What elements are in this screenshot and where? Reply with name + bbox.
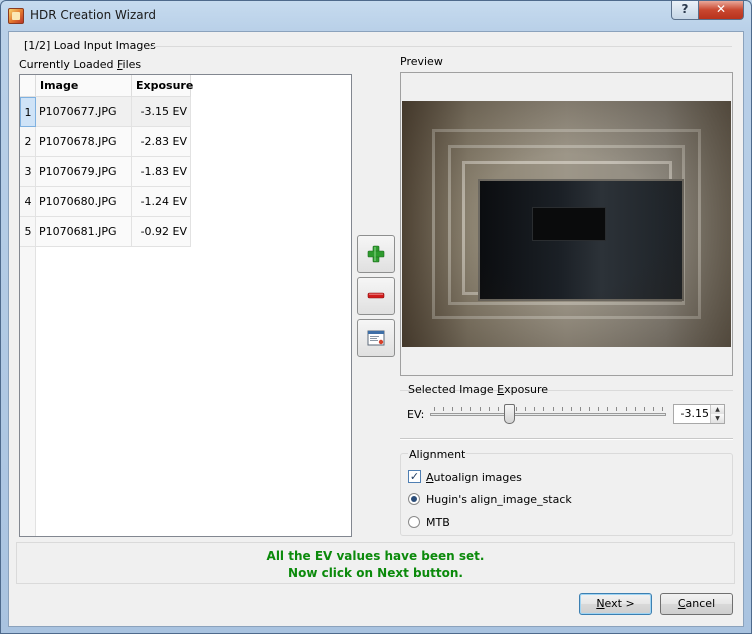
wizard-client-area: [1/2] Load Input Images Currently Loaded…	[8, 31, 744, 627]
autoalign-checkbox[interactable]: ✓	[408, 470, 421, 483]
slider-tick	[452, 407, 453, 411]
exposure-cell[interactable]: -1.24 EV	[132, 187, 191, 217]
close-button[interactable]: ✕	[698, 1, 744, 20]
section-divider	[400, 438, 733, 440]
slider-tick	[553, 407, 554, 411]
slider-tick	[534, 407, 535, 411]
files-label: Currently Loaded Files	[19, 58, 142, 71]
ev-spinbox[interactable]: -3.15 ▲ ▼	[673, 404, 725, 424]
ev-slider-track[interactable]	[430, 407, 666, 416]
plus-icon	[367, 245, 385, 263]
ev-value[interactable]: -3.15	[681, 405, 709, 423]
slider-tick	[635, 407, 636, 411]
files-table[interactable]: Image Filename Exposure 1 P1070677.JPG -…	[19, 74, 352, 537]
exposure-cell[interactable]: -1.83 EV	[132, 157, 191, 187]
status-panel: All the EV values have been set. Now cli…	[16, 542, 735, 584]
slider-tick	[562, 407, 563, 411]
autoalign-label[interactable]: Autoalign images	[426, 471, 522, 484]
table-row[interactable]: 2 P1070678.JPG -2.83 EV	[20, 127, 191, 157]
slider-tick	[489, 407, 490, 411]
row-number[interactable]: 4	[20, 187, 36, 217]
exposure-cell[interactable]: -3.15 EV	[132, 97, 191, 127]
help-button[interactable]: ?	[671, 1, 699, 20]
slider-tick	[498, 407, 499, 411]
ev-slider-thumb[interactable]	[504, 404, 515, 424]
image-info-icon	[367, 330, 385, 346]
minus-icon	[367, 292, 385, 299]
row-number[interactable]: 2	[20, 127, 36, 157]
filename-cell[interactable]: P1070678.JPG	[36, 127, 132, 157]
status-line-1: All the EV values have been set.	[266, 549, 485, 563]
exposure-cell[interactable]: -0.92 EV	[132, 217, 191, 247]
row-number[interactable]: 1	[20, 97, 36, 127]
slider-tick	[470, 407, 471, 411]
filename-cell[interactable]: P1070679.JPG	[36, 157, 132, 187]
next-button[interactable]: Next >	[579, 593, 652, 615]
wizard-window: HDR Creation Wizard ? ✕ [1/2] Load Input…	[0, 0, 752, 634]
row-number[interactable]: 3	[20, 157, 36, 187]
preview-image	[402, 101, 731, 347]
slider-tick	[516, 407, 517, 411]
row-number[interactable]: 5	[20, 217, 36, 247]
status-line-2: Now click on Next button.	[288, 566, 463, 580]
preview-panel	[400, 72, 733, 376]
slider-tick	[461, 407, 462, 411]
align-image-stack-label[interactable]: Hugin's align_image_stack	[426, 493, 572, 506]
add-images-button[interactable]	[357, 235, 395, 273]
exposure-group-label: Selected Image Exposure	[408, 383, 549, 396]
spin-down-icon[interactable]: ▼	[710, 414, 724, 423]
slider-tick	[626, 407, 627, 411]
column-header-filename[interactable]: Image Filename	[36, 75, 132, 114]
slider-tick	[653, 407, 654, 411]
slider-tick	[644, 407, 645, 411]
app-icon	[8, 8, 24, 24]
title-bar[interactable]: HDR Creation Wizard ? ✕	[1, 1, 751, 31]
step-title: [1/2] Load Input Images	[24, 39, 156, 52]
slider-tick	[580, 407, 581, 411]
remove-image-button[interactable]	[357, 277, 395, 315]
window-title: HDR Creation Wizard	[30, 8, 156, 22]
cancel-button[interactable]: Cancel	[660, 593, 733, 615]
slider-tick	[543, 407, 544, 411]
slider-tick	[434, 407, 435, 411]
table-row[interactable]: 1 P1070677.JPG -3.15 EV	[20, 97, 191, 127]
image-info-button[interactable]	[357, 319, 395, 357]
slider-tick	[443, 407, 444, 411]
filename-cell[interactable]: P1070680.JPG	[36, 187, 132, 217]
slider-tick	[480, 407, 481, 411]
table-row[interactable]: 3 P1070679.JPG -1.83 EV	[20, 157, 191, 187]
slider-tick	[571, 407, 572, 411]
slider-tick	[616, 407, 617, 411]
mtb-label[interactable]: MTB	[426, 516, 450, 529]
table-row[interactable]: 4 P1070680.JPG -1.24 EV	[20, 187, 191, 217]
checkmark-icon: ✓	[409, 470, 420, 483]
slider-tick	[589, 407, 590, 411]
preview-label: Preview	[400, 55, 443, 68]
ev-label: EV:	[407, 408, 425, 421]
filename-cell[interactable]: P1070677.JPG	[36, 97, 132, 127]
column-header-exposure[interactable]: Exposure	[132, 75, 193, 97]
table-corner	[20, 75, 36, 97]
align-image-stack-radio[interactable]	[408, 493, 420, 505]
preview-vignette	[402, 101, 731, 347]
slider-tick	[598, 407, 599, 411]
slider-tick	[607, 407, 608, 411]
slider-tick	[525, 407, 526, 411]
slider-tick	[662, 407, 663, 411]
mtb-radio[interactable]	[408, 516, 420, 528]
spin-up-icon[interactable]: ▲	[710, 405, 724, 414]
filename-cell[interactable]: P1070681.JPG	[36, 217, 132, 247]
step-separator	[147, 46, 732, 47]
exposure-cell[interactable]: -2.83 EV	[132, 127, 191, 157]
table-row[interactable]: 5 P1070681.JPG -0.92 EV	[20, 217, 191, 247]
alignment-group-label: Alignment	[408, 448, 467, 461]
